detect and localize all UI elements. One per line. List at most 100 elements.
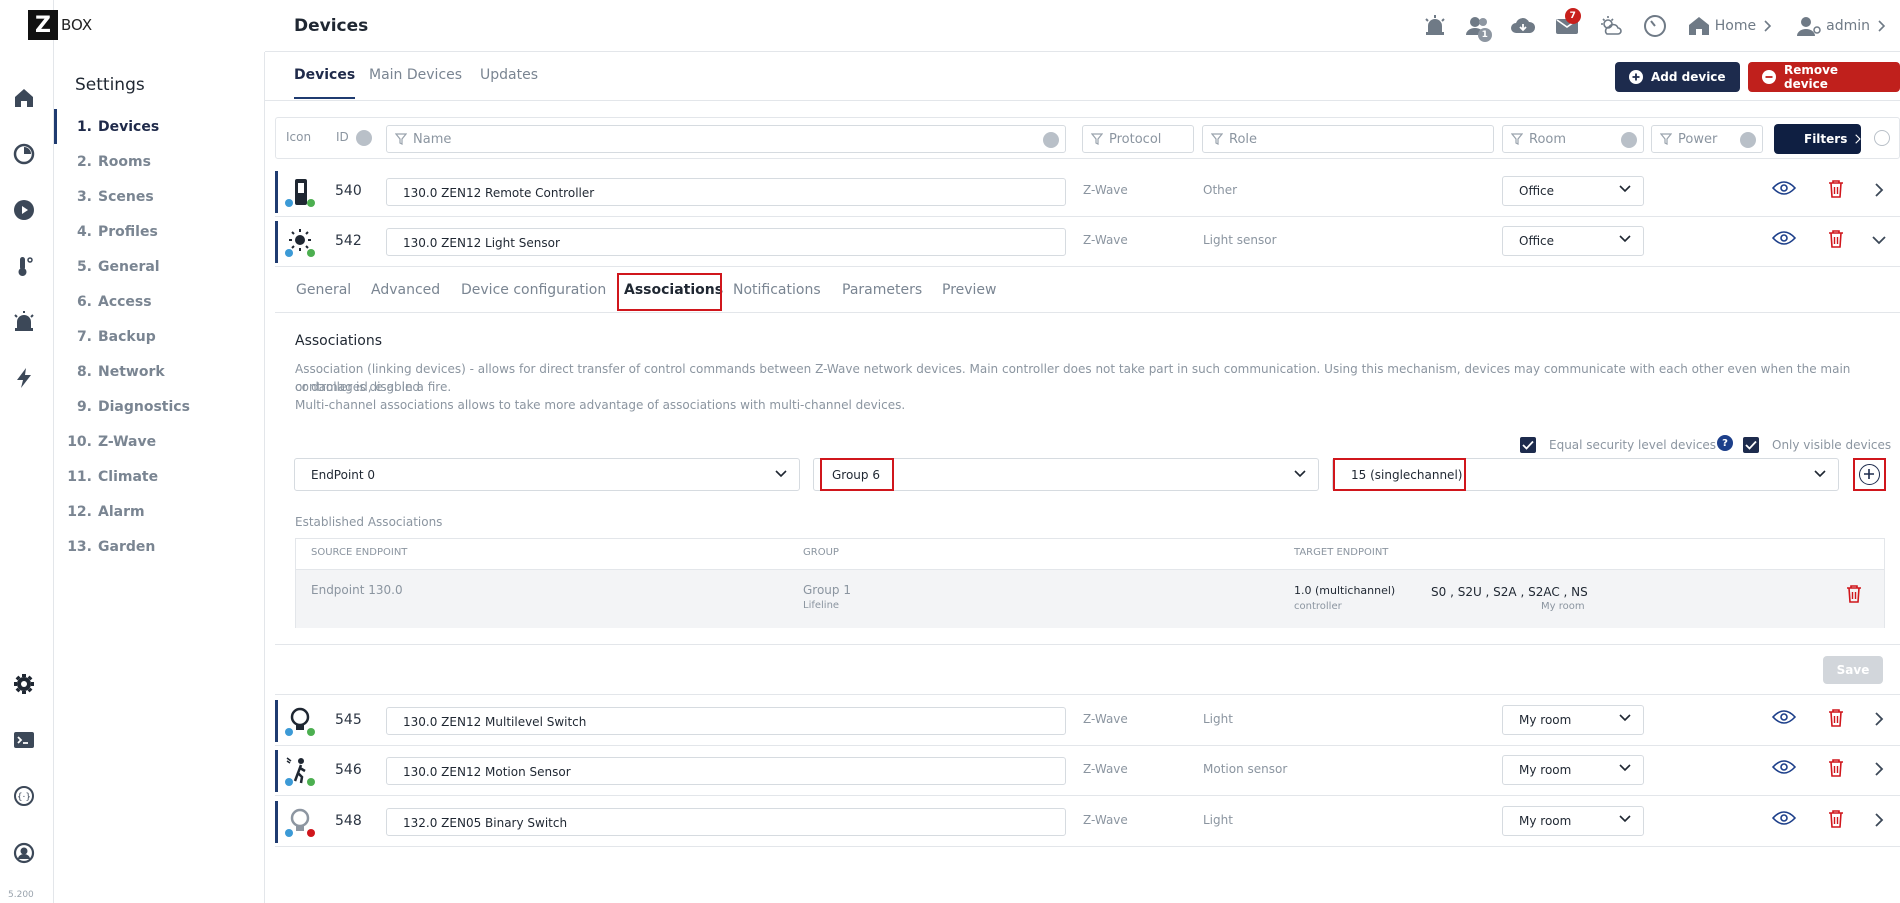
help-icon[interactable]: ? [1717, 435, 1733, 451]
room-select[interactable]: My room [1502, 755, 1644, 785]
device-name-input[interactable]: 130.0 ZEN12 Motion Sensor [386, 757, 1066, 785]
sidebar-item-general[interactable]: 5. General [54, 249, 264, 284]
zbox-logo[interactable]: Z BOX [28, 8, 100, 42]
room-select[interactable]: My room [1502, 806, 1644, 836]
device-name-input[interactable]: 130.0 ZEN12 Remote Controller [386, 178, 1066, 206]
device-row[interactable]: 548 132.0 ZEN05 Binary Switch Z-Wave Lig… [275, 797, 1900, 847]
sidebar-item-devices[interactable]: 1. Devices [54, 109, 264, 144]
tab-updates[interactable]: Updates [480, 67, 538, 83]
name-filter[interactable]: Name [386, 125, 1066, 153]
tab-devices[interactable]: Devices [294, 67, 356, 99]
chevron-down-icon [1814, 470, 1826, 478]
room-select[interactable]: My room [1502, 705, 1644, 735]
protocol-filter[interactable]: Protocol [1082, 125, 1194, 153]
user-label: admin [1826, 18, 1870, 34]
sidebar-item-diagnostics[interactable]: 9. Diagnostics [54, 389, 264, 424]
clear-filters-icon[interactable] [1874, 130, 1890, 146]
room-filter[interactable]: Room [1502, 125, 1644, 153]
add-device-button[interactable]: Add device [1615, 62, 1740, 92]
filters-button[interactable]: Filters [1774, 124, 1861, 154]
sort-icon[interactable] [1043, 132, 1059, 148]
sidebar-item-profiles[interactable]: 4. Profiles [54, 214, 264, 249]
chevron-right-icon[interactable] [1874, 711, 1884, 727]
add-association-button[interactable] [1853, 458, 1886, 491]
sidebar-item-backup[interactable]: 7. Backup [54, 319, 264, 354]
chevron-down-icon [1619, 235, 1631, 243]
sort-icon[interactable] [1740, 132, 1756, 148]
eye-icon[interactable] [1772, 709, 1796, 725]
clock-icon[interactable] [1633, 6, 1677, 46]
device-row[interactable]: 546 130.0 ZEN12 Motion Sensor Z-Wave Mot… [275, 746, 1900, 796]
endpoint-select[interactable]: EndPoint 0 [294, 458, 800, 491]
dashboard-icon[interactable] [9, 139, 39, 169]
chevron-down-icon [1619, 764, 1631, 772]
alarm-icon[interactable] [9, 307, 39, 337]
terminal-icon[interactable] [9, 725, 39, 755]
remove-device-button[interactable]: Remove device [1748, 62, 1900, 92]
eye-icon[interactable] [1772, 180, 1796, 196]
chevron-right-icon[interactable] [1874, 812, 1884, 828]
sidebar-item-label: Climate [98, 468, 159, 485]
energy-icon[interactable] [9, 363, 39, 393]
weather-icon[interactable] [1589, 6, 1633, 46]
target-endpoint: 1.0 (multichannel) [1294, 584, 1396, 597]
device-name-input[interactable]: 130.0 ZEN12 Multilevel Switch [386, 707, 1066, 735]
eye-icon[interactable] [1772, 810, 1796, 826]
tab-parameters[interactable]: Parameters [842, 282, 922, 298]
page-title: Devices [294, 15, 369, 36]
save-button[interactable]: Save [1823, 656, 1883, 684]
id-sort-icon[interactable] [356, 130, 372, 146]
only-visible-checkbox[interactable] [1743, 437, 1759, 453]
play-icon[interactable] [9, 195, 39, 225]
users-icon[interactable]: 1 [1457, 6, 1501, 46]
sidebar-item-garden[interactable]: 13. Garden [54, 529, 264, 564]
trash-icon[interactable] [1828, 809, 1844, 829]
trash-icon[interactable] [1828, 179, 1844, 199]
device-row[interactable]: 542 130.0 ZEN12 Light Sensor Z-Wave Ligh… [275, 217, 1900, 267]
device-name-input[interactable]: 130.0 ZEN12 Light Sensor [386, 228, 1066, 256]
sort-icon[interactable] [1621, 132, 1637, 148]
support-icon[interactable] [9, 838, 39, 868]
room-select[interactable]: Office [1502, 226, 1644, 256]
chevron-right-icon[interactable] [1874, 182, 1884, 198]
device-row[interactable]: 545 130.0 ZEN12 Multilevel Switch Z-Wave… [275, 696, 1900, 746]
id-column-label[interactable]: ID [336, 130, 349, 144]
api-icon[interactable]: {·} [9, 781, 39, 811]
trash-icon[interactable] [1828, 229, 1844, 249]
home-nav[interactable]: Home [1677, 6, 1782, 46]
thermometer-icon[interactable] [9, 251, 39, 281]
user-menu[interactable]: admin [1782, 6, 1900, 46]
tab-preview[interactable]: Preview [942, 282, 997, 298]
power-filter[interactable]: Power [1651, 125, 1763, 153]
sidebar-item-zwave[interactable]: 10. Z-Wave [54, 424, 264, 459]
sidebar-item-access[interactable]: 6. Access [54, 284, 264, 319]
tab-main-devices[interactable]: Main Devices [369, 67, 462, 83]
home-icon[interactable] [9, 83, 39, 113]
settings-gear-icon[interactable] [9, 669, 39, 699]
sidebar-item-network[interactable]: 8. Network [54, 354, 264, 389]
device-role: Light [1203, 813, 1233, 827]
tab-general[interactable]: General [296, 282, 351, 298]
equal-security-checkbox[interactable] [1520, 437, 1536, 453]
alarm-bell-icon[interactable] [1413, 6, 1457, 46]
mail-icon[interactable]: 7 [1545, 6, 1589, 46]
tab-advanced[interactable]: Advanced [371, 282, 440, 298]
device-row[interactable]: 540 130.0 ZEN12 Remote Controller Z-Wave… [275, 167, 1900, 217]
sidebar-item-alarm[interactable]: 12. Alarm [54, 494, 264, 529]
sidebar-item-rooms[interactable]: 2. Rooms [54, 144, 264, 179]
cloud-download-icon[interactable] [1501, 6, 1545, 46]
tab-device-configuration[interactable]: Device configuration [461, 282, 606, 298]
eye-icon[interactable] [1772, 759, 1796, 775]
chevron-right-icon[interactable] [1874, 761, 1884, 777]
chevron-down-icon[interactable] [1871, 235, 1887, 245]
room-select[interactable]: Office [1502, 176, 1644, 206]
trash-icon[interactable] [1846, 584, 1862, 604]
trash-icon[interactable] [1828, 758, 1844, 778]
device-name-input[interactable]: 132.0 ZEN05 Binary Switch [386, 808, 1066, 836]
sidebar-item-scenes[interactable]: 3. Scenes [54, 179, 264, 214]
eye-icon[interactable] [1772, 230, 1796, 246]
sidebar-item-climate[interactable]: 11. Climate [54, 459, 264, 494]
role-filter[interactable]: Role [1202, 125, 1494, 153]
trash-icon[interactable] [1828, 708, 1844, 728]
tab-notifications[interactable]: Notifications [733, 282, 821, 298]
